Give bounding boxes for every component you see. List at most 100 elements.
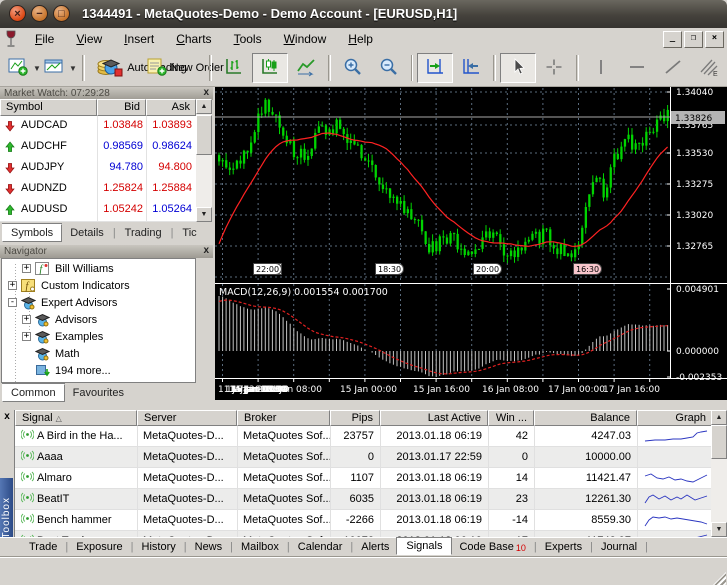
navigator-item-194-more-[interactable]: 194 more... [22,362,111,379]
column-header-broker[interactable]: Broker [237,410,330,426]
price-chart[interactable]: 1.33765 1.34040 1.33530 1.33275 1.33020 1.327… [215,87,727,400]
navigator-item-advisors[interactable]: + Advisors [22,311,97,328]
menu-item-insert[interactable]: Insert [113,28,165,50]
market-watch-row[interactable]: AUDUSD 1.05242 1.05264 [0,200,196,222]
market-watch-scroll-up-icon[interactable]: ▲ [196,99,212,114]
symbol-cell: AUDCHF [21,140,67,152]
column-header-last-active[interactable]: Last Active [380,410,488,426]
signal-row[interactable]: BeatIT MetaQuotes-D... MetaQuotes Sof... 60… [15,489,712,510]
chart-shift-button[interactable] [453,53,489,83]
navigator-header[interactable]: Navigator x [0,245,213,258]
toolbox-tab-alerts[interactable]: Alerts [354,540,396,554]
menu-item-view[interactable]: View [65,28,113,50]
expand-icon[interactable]: + [8,281,17,290]
column-header-server[interactable]: Server [137,410,237,426]
news-event-tag[interactable]: 22:00 [253,263,283,275]
toolbox-tab-journal[interactable]: Journal [594,540,644,554]
menu-item-charts[interactable]: Charts [165,28,222,50]
signal-row[interactable]: A Bird in the Ha... MetaQuotes-D... MetaQu… [15,426,712,447]
market-watch-row[interactable]: AUDCHF 0.98569 0.98624 [0,137,196,159]
news-event-tag[interactable]: 20:00 [473,263,503,275]
window-maximize-button[interactable]: □ [53,5,70,22]
toolbox-close-icon[interactable]: x [1,411,13,424]
toolbox-tab-signals[interactable]: Signals [396,537,453,555]
market-watch-row[interactable]: AUDCAD 1.03848 1.03893 [0,116,196,138]
news-event-tag[interactable]: 16:30 [573,263,603,275]
signals-scroll-thumb[interactable] [711,425,727,459]
zoom-out-button[interactable] [371,53,407,83]
navigator-close-icon[interactable]: x [203,245,209,257]
toolbox-tab-calendar[interactable]: Calendar [291,540,350,554]
column-divider [137,426,138,446]
market-watch-close-icon[interactable]: x [203,87,209,99]
column-header-bid[interactable]: Bid [97,99,146,116]
win-cell: 14 [515,472,528,484]
mdi-close-button[interactable]: × [705,31,724,48]
column-header-signal[interactable]: Signal △ [15,410,137,426]
toolbox-tab-experts[interactable]: Experts [538,540,589,554]
expand-icon[interactable]: + [22,315,31,324]
market-watch-tab-tic[interactable]: Tic [174,225,204,241]
market-watch-tab-details[interactable]: Details [62,225,112,241]
navigator-item-math[interactable]: Math [22,345,79,362]
mdi-restore-button[interactable]: ❐ [684,31,703,48]
horizontal-line-button[interactable] [619,53,655,83]
toolbox-tab-exposure[interactable]: Exposure [69,540,129,554]
column-header-balance[interactable]: Balance [534,410,637,426]
expand-icon[interactable]: + [22,264,31,273]
menu-item-window[interactable]: Window [273,28,338,50]
zoom-in-button[interactable] [335,53,371,83]
market-watch-tab-symbols[interactable]: Symbols [2,224,63,242]
cursor-button[interactable] [500,53,537,83]
market-watch-row[interactable]: AUDJPY 94.780 94.800 [0,158,196,180]
column-header-win-[interactable]: Win ... [488,410,534,426]
column-header-graph[interactable]: Graph [637,410,712,426]
signal-row[interactable]: Almaro MetaQuotes-D... MetaQuotes Sof... 11… [15,468,712,489]
auto-scroll-button[interactable] [417,53,454,83]
expand-icon[interactable]: + [22,332,31,341]
navigator-item-examples[interactable]: + Examples [22,328,103,345]
profiles-button[interactable]: ▼ [42,53,78,83]
navigator-tab-favourites[interactable]: Favourites [65,385,132,401]
column-header-symbol[interactable]: Symbol [0,99,97,116]
toolbox-tab-trade[interactable]: Trade [22,540,64,554]
toolbox-tab-news[interactable]: News [188,540,230,554]
market-watch-scroll-down-icon[interactable]: ▼ [196,207,212,222]
new-order-button[interactable]: New Order [147,53,224,83]
menu-item-file[interactable]: File [24,28,65,50]
column-header-ask[interactable]: Ask [146,99,196,116]
trendline-button[interactable] [655,53,691,83]
line-chart-button[interactable] [288,53,324,83]
window-close-button[interactable]: × [9,5,26,22]
crosshair-button[interactable] [536,53,572,83]
toolbox-tab-history[interactable]: History [135,540,183,554]
arrow-up-icon [4,141,16,156]
candles-chart-button[interactable] [251,53,288,83]
navigator-item-bill-williams[interactable]: + f Bill Williams [22,260,114,277]
signal-row[interactable]: Bench hammer MetaQuotes-D... MetaQuotes So… [15,510,712,531]
market-watch-row[interactable]: AUDNZD 1.25824 1.25884 [0,179,196,201]
market-watch-scroll-thumb[interactable] [196,115,212,155]
signals-scroll-up-icon[interactable]: ▲ [711,410,727,425]
fibonacci-button[interactable]: E [691,53,727,83]
market-watch-tab-trading[interactable]: Trading [117,225,170,241]
window-minimize-button[interactable]: − [31,5,48,22]
column-header-pips[interactable]: Pips [330,410,380,426]
mdi-minimize-button[interactable]: _ [663,31,682,48]
menu-item-help[interactable]: Help [337,28,384,50]
news-event-tag[interactable]: 18:30 [375,263,405,275]
navigator-item-expert-advisors[interactable]: - Expert Advisors [8,294,117,311]
collapse-icon[interactable]: - [8,298,17,307]
resize-grip[interactable] [713,572,726,585]
toolbox-tab-mailbox[interactable]: Mailbox [234,540,286,554]
new-chart-button[interactable]: ▼ [6,53,42,83]
toolbox-tab-code-base[interactable]: Code Base 10 [452,540,532,554]
navigator-tab-common[interactable]: Common [2,384,65,402]
menu-item-tools[interactable]: Tools [223,28,273,50]
signal-row[interactable]: Aaaa MetaQuotes-D... MetaQuotes Sof... 0 201… [15,447,712,468]
bars-chart-button[interactable] [216,53,252,83]
signals-scroll-down-icon[interactable]: ▼ [711,522,727,537]
navigator-item-custom-indicators[interactable]: + f Custom Indicators [8,277,130,294]
vertical-line-button[interactable] [583,53,619,83]
custom-f-icon: f [21,278,37,293]
